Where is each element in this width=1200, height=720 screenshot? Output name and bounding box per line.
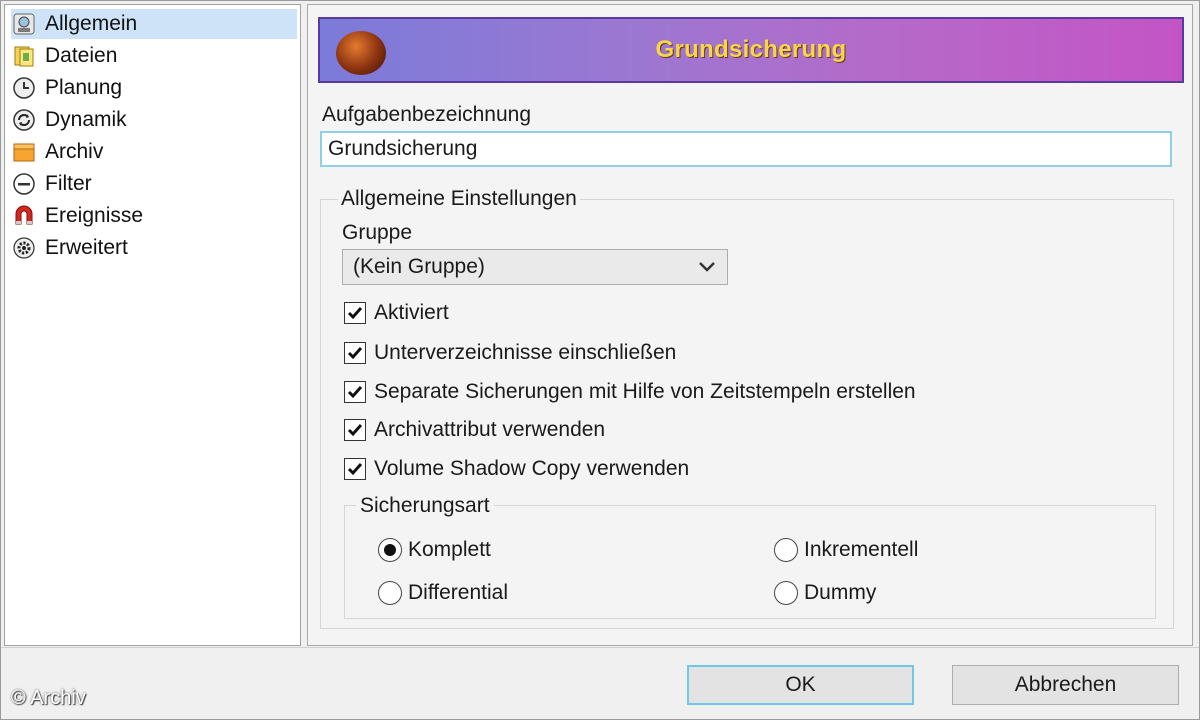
archive-folder-icon [11, 139, 37, 165]
checkbox-aktiviert[interactable]: Aktiviert [344, 298, 449, 328]
general-settings-title: Allgemeine Einstellungen [338, 187, 580, 211]
checkbox-box[interactable] [344, 302, 366, 324]
gear-icon [11, 235, 37, 261]
checkbox-archive-attribute[interactable]: Archivattribut verwenden [344, 415, 605, 445]
task-name-input[interactable]: Grundsicherung [320, 131, 1172, 167]
chevron-down-icon [697, 254, 717, 278]
checkbox-label: Separate Sicherungen mit Hilfe von Zeits… [374, 380, 916, 403]
radio-button[interactable] [774, 538, 798, 562]
sidebar-item-allgemein[interactable]: Allgemein [11, 9, 297, 39]
sidebar-item-label: Planung [45, 76, 123, 99]
dialog-window: Allgemein Dateien Planung Dynamik Archiv [0, 0, 1200, 720]
ok-button[interactable]: OK [687, 665, 914, 705]
radio-button[interactable] [378, 581, 402, 605]
sidebar: Allgemein Dateien Planung Dynamik Archiv [4, 4, 301, 646]
checkbox-subdirectories[interactable]: Unterverzeichnisse einschließen [344, 338, 676, 368]
sidebar-item-dynamik[interactable]: Dynamik [11, 105, 297, 135]
clock-icon [11, 75, 37, 101]
radio-label: Inkrementell [804, 538, 919, 561]
sidebar-item-label: Filter [45, 172, 92, 195]
checkbox-box[interactable] [344, 458, 366, 480]
radio-button[interactable] [774, 581, 798, 605]
watermark: © Archiv [11, 687, 86, 709]
user-settings-icon [11, 11, 37, 37]
checkbox-box[interactable] [344, 342, 366, 364]
radio-inkrementell[interactable]: Inkrementell [774, 535, 918, 565]
checkbox-box[interactable] [344, 419, 366, 441]
radio-button[interactable] [378, 538, 402, 562]
sidebar-item-planung[interactable]: Planung [11, 73, 297, 103]
checkbox-shadow-copy[interactable]: Volume Shadow Copy verwenden [344, 454, 689, 484]
sidebar-item-archiv[interactable]: Archiv [11, 137, 297, 167]
sidebar-item-label: Dateien [45, 44, 118, 67]
refresh-icon [11, 107, 37, 133]
radio-label: Dummy [804, 581, 877, 604]
sidebar-item-label: Erweitert [45, 236, 128, 259]
footer-divider [1, 647, 1199, 648]
radio-dummy[interactable]: Dummy [774, 578, 876, 608]
sidebar-item-ereignisse[interactable]: Ereignisse [11, 201, 297, 231]
filter-minus-icon [11, 171, 37, 197]
radio-komplett[interactable]: Komplett [378, 535, 491, 565]
sidebar-item-filter[interactable]: Filter [11, 169, 297, 199]
files-icon [11, 43, 37, 69]
sidebar-item-erweitert[interactable]: Erweitert [11, 233, 297, 263]
backup-type-title: Sicherungsart [356, 494, 494, 518]
radio-differential[interactable]: Differential [378, 578, 508, 608]
sidebar-item-label: Dynamik [45, 108, 127, 131]
checkbox-label: Aktiviert [374, 301, 449, 324]
sidebar-item-dateien[interactable]: Dateien [11, 41, 297, 71]
group-select[interactable]: (Kein Gruppe) [342, 249, 728, 285]
checkbox-box[interactable] [344, 381, 366, 403]
sidebar-item-label: Allgemein [45, 12, 138, 35]
cancel-button[interactable]: Abbrechen [952, 665, 1179, 705]
radio-label: Differential [408, 581, 508, 604]
sidebar-item-label: Archiv [45, 140, 104, 163]
group-label: Gruppe [342, 221, 413, 244]
checkbox-label: Archivattribut verwenden [374, 418, 606, 441]
checkbox-timestamps[interactable]: Separate Sicherungen mit Hilfe von Zeits… [344, 377, 916, 407]
banner-title: Grundsicherung [655, 36, 847, 63]
header-banner: Grundsicherung [318, 17, 1184, 83]
sidebar-item-label: Ereignisse [45, 204, 144, 227]
magnet-icon [11, 203, 37, 229]
group-select-value: (Kein Gruppe) [353, 255, 485, 278]
radio-label: Komplett [408, 538, 491, 561]
checkbox-label: Volume Shadow Copy verwenden [374, 457, 690, 480]
settings-panel: Grundsicherung Aufgabenbezeichnung Grund… [307, 4, 1193, 646]
task-name-label: Aufgabenbezeichnung [322, 103, 532, 126]
checkbox-label: Unterverzeichnisse einschließen [374, 341, 677, 364]
